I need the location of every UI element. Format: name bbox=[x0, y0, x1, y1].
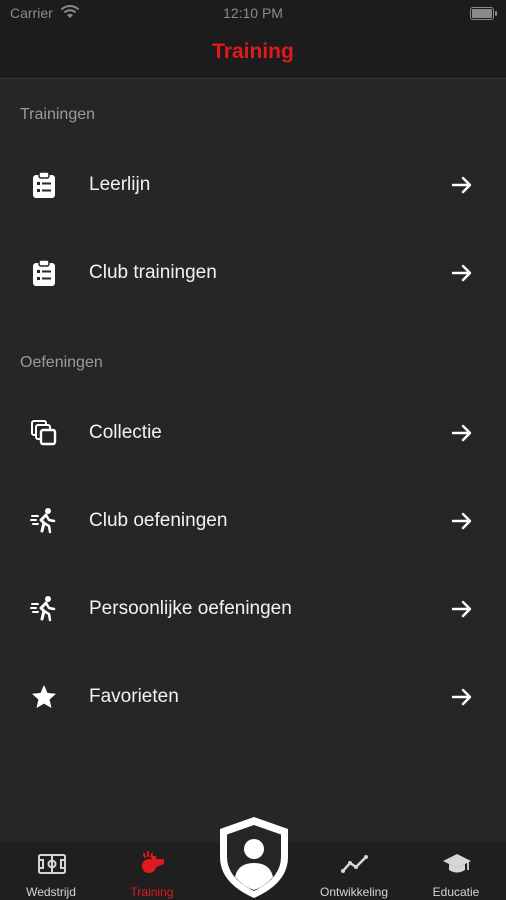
list-row-label: Collectie bbox=[89, 422, 162, 443]
tab-label: Wedstrijd bbox=[26, 885, 76, 899]
status-time: 12:10 PM bbox=[223, 5, 283, 21]
list-row-club-oefeningen[interactable]: Club oefeningen bbox=[0, 477, 506, 565]
clipboard-list-icon bbox=[33, 259, 55, 286]
running-person-icon bbox=[30, 508, 56, 534]
list-row-leerlijn[interactable]: Leerlijn bbox=[0, 141, 506, 229]
section-header-trainingen: Trainingen bbox=[20, 106, 96, 123]
graduation-cap-icon bbox=[443, 854, 471, 873]
arrow-right-icon bbox=[451, 688, 472, 706]
running-person-icon bbox=[30, 596, 56, 622]
tab-ontwikkeling[interactable]: Ontwikkeling bbox=[304, 842, 404, 900]
arrow-right-icon bbox=[451, 424, 472, 442]
whistle-icon bbox=[141, 851, 164, 874]
tab-training[interactable]: Training bbox=[102, 842, 202, 900]
list-row-collectie[interactable]: Collectie bbox=[0, 389, 506, 477]
section-header-oefeningen: Oefeningen bbox=[20, 354, 103, 371]
list-row-label: Persoonlijke oefeningen bbox=[89, 598, 292, 619]
arrow-right-icon bbox=[451, 264, 472, 282]
battery-icon bbox=[470, 7, 497, 20]
arrow-right-icon bbox=[451, 176, 472, 194]
list-row-label: Favorieten bbox=[89, 686, 179, 707]
tab-wedstrijd[interactable]: Wedstrijd bbox=[1, 842, 101, 900]
soccer-field-icon bbox=[38, 854, 66, 874]
tab-educatie[interactable]: Educatie bbox=[406, 842, 506, 900]
list-row-club-trainingen[interactable]: Club trainingen bbox=[0, 229, 506, 317]
stacked-squares-icon bbox=[31, 420, 57, 446]
trend-line-icon bbox=[341, 855, 368, 873]
clipboard-list-icon bbox=[33, 171, 55, 198]
tab-label: Training bbox=[130, 885, 174, 899]
tab-label: Educatie bbox=[432, 885, 480, 899]
list-row-label: Club trainingen bbox=[89, 262, 217, 283]
status-bar: Carrier 12:10 PM bbox=[0, 0, 506, 28]
page-title: Training bbox=[212, 40, 294, 63]
list-row-persoonlijke-oefeningen[interactable]: Persoonlijke oefeningen bbox=[0, 565, 506, 653]
star-icon bbox=[32, 685, 56, 708]
list-row-label: Club oefeningen bbox=[89, 510, 228, 531]
arrow-right-icon bbox=[451, 600, 472, 618]
list-row-label: Leerlijn bbox=[89, 174, 151, 195]
navigation-bar: Training bbox=[0, 28, 506, 79]
list-row-favorieten[interactable]: Favorieten bbox=[0, 653, 506, 741]
profile-shield-icon[interactable] bbox=[216, 815, 292, 900]
tab-label: Ontwikkeling bbox=[319, 885, 389, 899]
arrow-right-icon bbox=[451, 512, 472, 530]
